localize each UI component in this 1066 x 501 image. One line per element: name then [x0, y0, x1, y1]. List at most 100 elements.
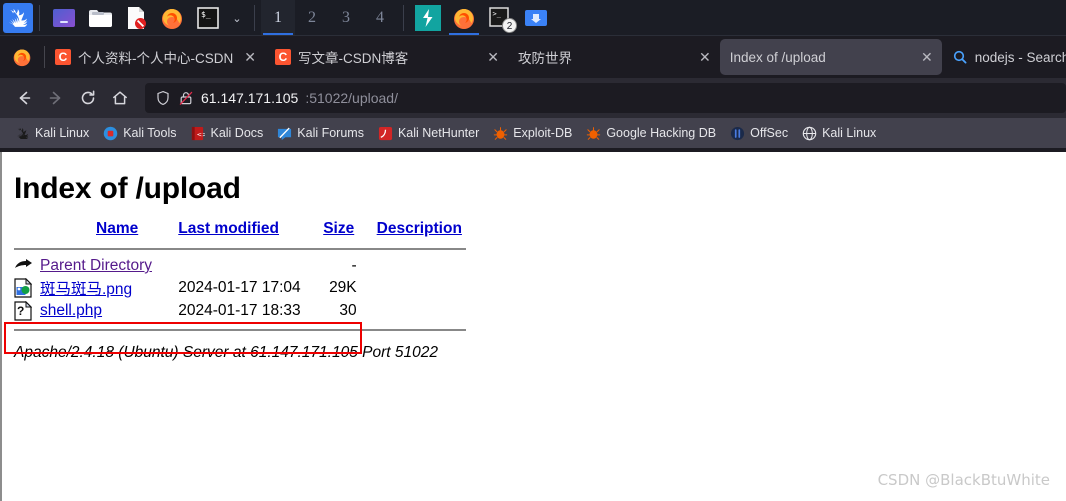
- reload-button[interactable]: [72, 82, 104, 114]
- burpsuite-icon: [415, 5, 441, 31]
- bookmark-google-hacking-db[interactable]: Google Hacking DB: [579, 121, 723, 145]
- close-icon[interactable]: ✕: [487, 49, 499, 66]
- bookmark-kali-linux-web[interactable]: Kali Linux: [795, 121, 883, 145]
- bookmark-kali-forums[interactable]: Kali Forums: [270, 121, 371, 145]
- tab-title: 个人资料-个人中心-CSDN: [78, 51, 234, 66]
- row-icon-cell: [14, 256, 40, 276]
- home-button[interactable]: [104, 82, 136, 114]
- tab-title: 攻防世界: [517, 51, 572, 66]
- row-name-cell: Parent Directory: [40, 256, 178, 276]
- workspace-1[interactable]: 1: [261, 0, 295, 36]
- kali-docs-icon: <>: [190, 126, 205, 141]
- workspace-3[interactable]: 3: [329, 0, 363, 36]
- window-terminal[interactable]: >_ 2: [485, 3, 517, 33]
- back-button[interactable]: [8, 82, 40, 114]
- table-row: 斑马斑马.png 2024-01-17 17:04 29K: [14, 276, 466, 300]
- taskbar-divider-2: [254, 5, 255, 31]
- tab-xctf[interactable]: 攻防世界 ✕: [508, 39, 720, 75]
- sort-by-size-link[interactable]: Size: [323, 220, 354, 237]
- bookmark-label: Kali Tools: [123, 126, 177, 140]
- google-hacking-db-icon: [586, 126, 601, 141]
- tab-index-of-upload[interactable]: Index of /upload ✕: [719, 39, 942, 75]
- launcher-firefox[interactable]: [157, 3, 187, 33]
- bookmark-label: Exploit-DB: [513, 126, 573, 140]
- bookmark-offsec[interactable]: OffSec: [723, 121, 795, 145]
- horizontal-rule: [14, 248, 466, 250]
- table-bottom-rule: [14, 322, 466, 331]
- bookmark-label: OffSec: [750, 126, 789, 140]
- workspace-2[interactable]: 2: [295, 0, 329, 36]
- kali-forums-icon: [277, 126, 292, 141]
- bookmark-exploit-db[interactable]: Exploit-DB: [486, 121, 579, 145]
- sort-by-description-link[interactable]: Description: [377, 220, 462, 237]
- close-icon[interactable]: ✕: [699, 49, 711, 66]
- row-description-cell: [377, 276, 466, 300]
- bookmark-kali-linux[interactable]: Kali Linux: [8, 121, 96, 145]
- launcher-file-manager[interactable]: [85, 3, 115, 33]
- file-link-png[interactable]: 斑马斑马.png: [40, 281, 132, 298]
- csdn-favicon: C: [55, 49, 71, 65]
- forward-button[interactable]: [40, 82, 72, 114]
- tab-title: Index of /upload: [729, 49, 826, 65]
- close-icon[interactable]: ✕: [244, 49, 256, 66]
- sort-by-name-link[interactable]: Name: [96, 220, 138, 237]
- svg-text:$_: $_: [201, 10, 211, 19]
- row-name-cell: shell.php: [40, 300, 178, 322]
- workspace-4[interactable]: 4: [363, 0, 397, 36]
- file-link-shell-php[interactable]: shell.php: [40, 302, 102, 319]
- launcher-text-editor[interactable]: [121, 3, 151, 33]
- launcher-terminal[interactable]: $_: [193, 3, 223, 33]
- page-title: Index of /upload: [14, 172, 241, 205]
- launcher-files-manager[interactable]: [49, 3, 79, 33]
- row-modified-cell: 2024-01-17 17:04: [178, 279, 301, 296]
- taskbar-divider-3: [403, 5, 404, 31]
- watermark-text: CSDN @BlackBtuWhite: [877, 471, 1050, 489]
- row-icon-cell: ?: [14, 300, 40, 322]
- search-favicon: [952, 49, 968, 65]
- parent-directory-icon: [14, 258, 40, 275]
- kali-menu-button[interactable]: [3, 3, 33, 33]
- server-signature: Apache/2.4.18 (Ubuntu) Server at 61.147.…: [14, 344, 438, 361]
- row-description-cell: [377, 300, 466, 322]
- table-row: ? shell.php 2024-01-17 18:33 30: [14, 300, 466, 322]
- shield-icon[interactable]: [155, 90, 171, 106]
- column-size: Size: [323, 220, 376, 244]
- csdn-favicon: C: [274, 49, 291, 65]
- browser-tab-strip: C 个人资料-个人中心-CSDN ✕ C 写文章-CSDN博客 ✕ 攻防世界 ✕…: [0, 36, 1066, 78]
- unknown-file-icon: ?: [14, 301, 40, 321]
- bookmark-label: Kali Docs: [210, 126, 264, 140]
- firefox-window: C 个人资料-个人中心-CSDN ✕ C 写文章-CSDN博客 ✕ 攻防世界 ✕…: [0, 36, 1066, 152]
- row-size-cell: 29K: [329, 279, 357, 296]
- bookmark-kali-tools[interactable]: Kali Tools: [96, 121, 183, 145]
- window-firefox[interactable]: [449, 3, 479, 36]
- close-icon[interactable]: ✕: [921, 49, 933, 66]
- broken-lock-icon[interactable]: [178, 90, 194, 106]
- row-modified-cell: 2024-01-17 18:33: [178, 302, 301, 319]
- tab-csdn-profile[interactable]: C 个人资料-个人中心-CSDN ✕: [45, 39, 265, 75]
- exploit-db-icon: [493, 126, 508, 141]
- window-burpsuite[interactable]: [413, 3, 443, 33]
- column-last-modified: Last modified: [178, 220, 323, 244]
- text-editor-icon: [125, 6, 147, 30]
- row-size-cell: 30: [339, 302, 357, 319]
- bookmark-kali-docs[interactable]: <> Kali Docs: [183, 121, 270, 145]
- address-bar[interactable]: 61.147.171.105:51022/upload/: [145, 83, 1066, 113]
- table-row: Parent Directory -: [14, 256, 466, 276]
- tab-nodejs-search[interactable]: nodejs - Search: [942, 39, 1066, 75]
- chevron-down-icon[interactable]: ⌄: [226, 12, 248, 25]
- bookmark-kali-nethunter[interactable]: Kali NetHunter: [371, 121, 486, 145]
- window-badge-count: 2: [502, 18, 517, 33]
- parent-directory-link[interactable]: Parent Directory: [40, 257, 152, 274]
- tab-title: nodejs - Search: [974, 49, 1066, 65]
- files-manager-icon: [52, 8, 76, 28]
- tab-csdn-write[interactable]: C 写文章-CSDN博客 ✕: [265, 39, 508, 75]
- kali-dragon-icon: [6, 6, 30, 30]
- firefox-icon: [452, 6, 476, 30]
- sort-by-last-modified-link[interactable]: Last modified: [178, 220, 279, 237]
- bookmark-label: Kali NetHunter: [397, 126, 480, 140]
- desktop-taskbar: $_ ⌄ 1 2 3 4 >_ 2: [0, 0, 1066, 36]
- row-description-cell: [377, 256, 466, 276]
- kali-dragon-icon: [15, 126, 30, 141]
- window-file-manager[interactable]: [521, 3, 551, 33]
- bookmark-label: Kali Linux: [822, 126, 877, 140]
